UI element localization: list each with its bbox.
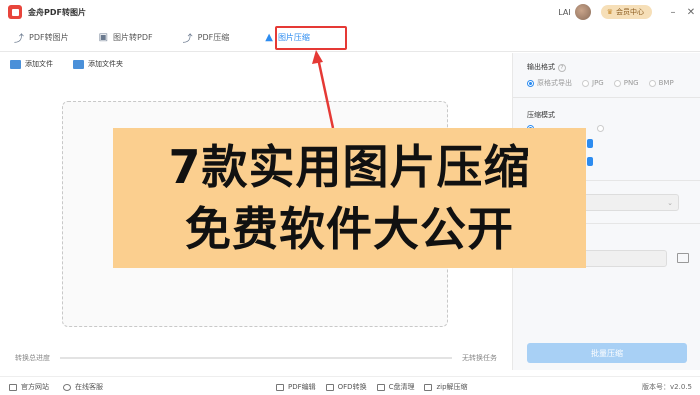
zip-extract-label: zip解压缩 xyxy=(436,383,468,391)
minimize-button[interactable]: – xyxy=(664,0,682,24)
c-drive-clean-label: C盘清理 xyxy=(388,383,415,391)
vip-center-label: 会员中心 xyxy=(616,8,644,16)
user-name[interactable]: LAI xyxy=(558,8,570,17)
version-label: 版本号：v2.0.5 xyxy=(642,383,692,391)
status-bar: 官方网站 在线客服 PDF编辑 OFD转换 C盘清理 zip解压缩 版本号：v2… xyxy=(0,376,700,395)
online-support-link[interactable]: 在线客服 xyxy=(63,382,103,392)
format-option-label: 原格式导出 xyxy=(537,79,572,87)
tab-pdf-to-image[interactable]: ⤴ PDF转图片 xyxy=(2,24,81,52)
recommend-tag xyxy=(587,139,593,148)
online-support-label: 在线客服 xyxy=(75,383,103,391)
radio-icon xyxy=(613,79,621,87)
batch-compress-button[interactable]: 批量压缩 xyxy=(527,343,687,363)
format-option-bmp[interactable]: BMP xyxy=(648,79,674,87)
zip-extract-link[interactable]: zip解压缩 xyxy=(424,382,468,392)
status-bar-tools: PDF编辑 OFD转换 C盘清理 zip解压缩 xyxy=(276,382,482,392)
add-file-button[interactable]: 添加文件 xyxy=(10,59,53,69)
chevron-down-icon: ⌄ xyxy=(667,199,673,207)
ofd-convert-label: OFD转换 xyxy=(337,383,367,391)
image-to-pdf-icon: ▣ xyxy=(98,32,109,43)
format-option-label: PNG xyxy=(623,79,639,87)
add-file-icon xyxy=(10,59,21,69)
c-drive-clean-link[interactable]: C盘清理 xyxy=(376,382,415,392)
format-option-original[interactable]: 原格式导出 xyxy=(527,78,572,88)
app-title: 金舟PDF转图片 xyxy=(28,7,86,17)
output-format-label: 输出格式 xyxy=(527,63,555,71)
section-divider xyxy=(513,97,700,98)
disk-clean-icon xyxy=(376,383,385,391)
monitor-icon xyxy=(9,383,17,391)
add-file-label: 添加文件 xyxy=(25,60,53,68)
pdf-compress-icon: ⤴ xyxy=(182,34,193,45)
add-folder-label: 添加文件夹 xyxy=(88,60,123,68)
official-website-link[interactable]: 官方网站 xyxy=(9,382,49,392)
progress-status: 无转换任务 xyxy=(462,354,497,362)
compress-mode-option-b[interactable] xyxy=(597,125,607,132)
format-option-label: BMP xyxy=(658,79,674,87)
format-option-label: JPG xyxy=(592,79,604,87)
file-toolbar: 添加文件 添加文件夹 xyxy=(10,59,143,69)
function-tabs: ⤴ PDF转图片 ▣ 图片转PDF ⤴ PDF压缩 ▲ 图片压缩 xyxy=(0,24,700,52)
tab-pdf-compress[interactable]: ⤴ PDF压缩 xyxy=(171,24,242,52)
ofd-icon xyxy=(325,383,334,391)
crown-icon: ♛ xyxy=(606,8,613,16)
tab-label: 图片转PDF xyxy=(113,33,153,42)
pdf-edit-label: PDF编辑 xyxy=(288,383,316,391)
radio-icon xyxy=(582,79,589,87)
promo-banner: 7款实用图片压缩 免费软件大公开 xyxy=(113,128,586,268)
progress-bar xyxy=(60,357,452,359)
radio-icon xyxy=(597,125,604,132)
image-compress-icon: ▲ xyxy=(265,32,273,43)
folder-icon[interactable] xyxy=(677,253,689,263)
app-logo xyxy=(8,5,22,19)
progress-row: 转换总进度 无转换任务 xyxy=(15,352,497,364)
format-option-png[interactable]: PNG xyxy=(613,79,639,87)
output-format-options: 原格式导出 JPG PNG BMP xyxy=(527,78,684,88)
zip-icon xyxy=(424,383,433,391)
status-bar-left: 官方网站 在线客服 xyxy=(9,382,117,392)
add-folder-button[interactable]: 添加文件夹 xyxy=(73,59,123,69)
progress-label: 转换总进度 xyxy=(15,354,50,362)
compress-mode-title: 压缩模式 xyxy=(527,111,555,119)
help-icon[interactable]: ? xyxy=(558,64,566,72)
title-bar: 金舟PDF转图片 LAI ♛ 会员中心 – ✕ xyxy=(0,0,700,24)
pdf-edit-link[interactable]: PDF编辑 xyxy=(276,382,316,392)
recommend-tag xyxy=(587,157,593,166)
tab-image-to-pdf[interactable]: ▣ 图片转PDF xyxy=(87,24,165,52)
banner-line-2: 免费软件大公开 xyxy=(185,202,514,256)
radio-icon xyxy=(527,79,534,87)
output-format-title: 输出格式? xyxy=(527,62,566,72)
avatar[interactable] xyxy=(574,4,591,20)
ofd-convert-link[interactable]: OFD转换 xyxy=(325,382,367,392)
folder-icon xyxy=(73,59,84,69)
radio-icon xyxy=(648,79,656,87)
pdf-to-image-icon: ⤴ xyxy=(14,34,24,45)
tab-label: PDF转图片 xyxy=(29,33,69,42)
close-button[interactable]: ✕ xyxy=(682,0,700,24)
pdf-edit-icon xyxy=(276,383,284,391)
tab-highlight-box xyxy=(275,26,347,50)
vip-center-button[interactable]: ♛ 会员中心 xyxy=(600,5,652,19)
format-option-jpg[interactable]: JPG xyxy=(582,79,604,87)
banner-line-1: 7款实用图片压缩 xyxy=(168,140,531,194)
headset-icon xyxy=(63,383,71,391)
official-website-label: 官方网站 xyxy=(21,383,49,391)
tab-label: PDF压缩 xyxy=(197,33,230,42)
title-bar-right: LAI ♛ 会员中心 – ✕ xyxy=(558,0,700,24)
